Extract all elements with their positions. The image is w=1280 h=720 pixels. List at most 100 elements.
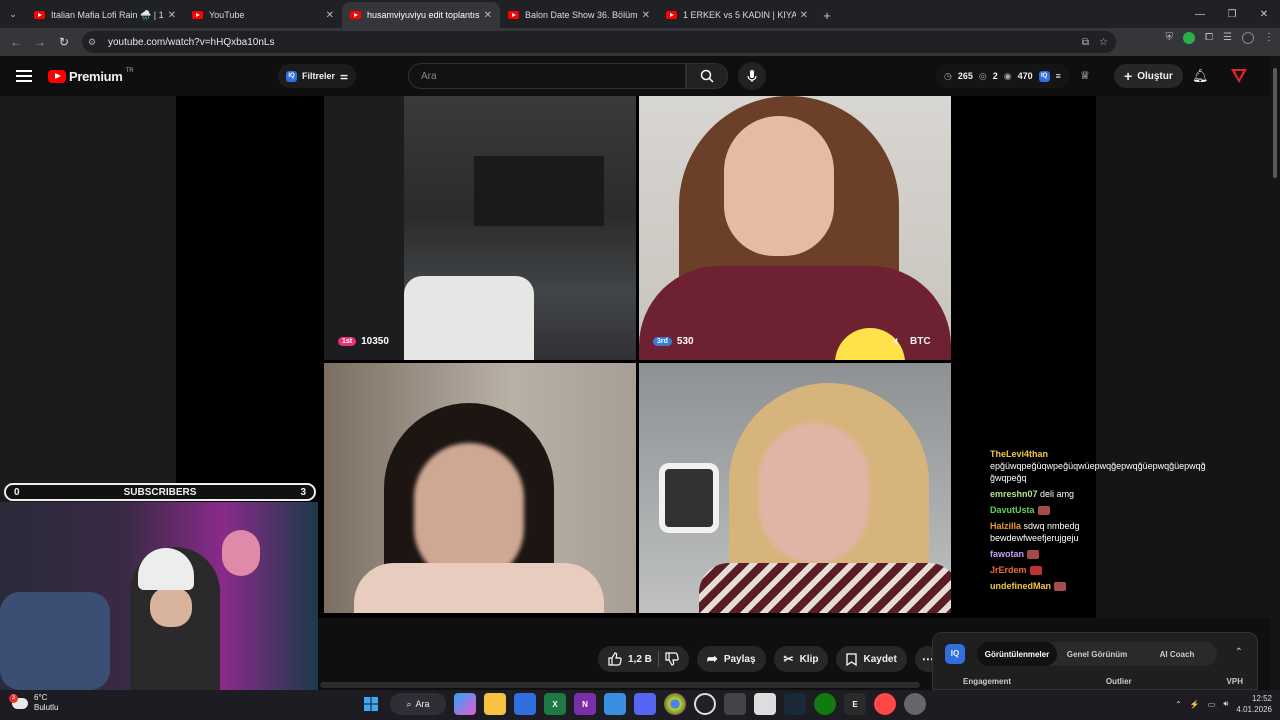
youtube-favicon-icon — [666, 11, 677, 19]
chrome-menu-icon[interactable]: ⋮ — [1264, 32, 1274, 44]
vidiq-logo-icon[interactable]: IQ — [945, 644, 965, 664]
site-info-icon[interactable]: ⚙ — [88, 37, 102, 48]
webcam-overlay — [0, 502, 318, 690]
epic-games-icon[interactable]: E — [844, 693, 866, 715]
obs-icon[interactable] — [694, 693, 716, 715]
tab-ai-coach[interactable]: AI Coach — [1137, 642, 1217, 666]
copilot-icon[interactable] — [454, 693, 476, 715]
ea-app-icon[interactable] — [874, 693, 896, 715]
close-tab-icon[interactable]: ✕ — [642, 10, 650, 21]
like-dislike-group: 1,2 B — [598, 646, 689, 672]
windows-start-icon[interactable] — [360, 693, 382, 715]
reload-icon[interactable]: ↻ — [52, 35, 76, 49]
btc-indicator: 🔈︎ BTC — [894, 336, 931, 347]
vpn-icon[interactable]: ⚡ — [1190, 700, 1200, 709]
tab-overview[interactable]: Genel Görünüm — [1057, 642, 1137, 666]
tab-views[interactable]: Görüntülenmeler — [977, 642, 1057, 666]
notepad-icon[interactable] — [604, 693, 626, 715]
excel-icon[interactable]: X — [544, 693, 566, 715]
browser-tab-1[interactable]: Italian Mafia Lofi Rain 🌧️ | 194…✕ — [26, 2, 184, 28]
speaker-icon: 🔈︎ — [894, 336, 900, 347]
xbox-icon[interactable] — [814, 693, 836, 715]
youtube-favicon-icon — [34, 11, 45, 19]
cloud-icon: 3 — [9, 693, 28, 709]
shield-extension-icon[interactable]: ⛨ — [1166, 32, 1174, 44]
windows-taskbar: 3 6°C Bulutlu ⌕ Ara X N E ⌃ ⚡ ▭ 🔊︎ 12:52 … — [0, 690, 1280, 720]
browser-tab-3-active[interactable]: husamviyuviyu edit toplantısı 3 ✕ — [342, 2, 500, 28]
search-button[interactable] — [686, 63, 728, 89]
close-window-icon[interactable]: ✕ — [1248, 0, 1280, 28]
close-tab-icon[interactable]: ✕ — [326, 10, 334, 21]
weather-widget[interactable]: 3 6°C Bulutlu — [9, 693, 58, 713]
close-tab-icon[interactable]: ✕ — [484, 10, 492, 21]
vidiq-panel: IQ Görüntülenmeler Genel Görünüm AI Coac… — [932, 632, 1258, 690]
browser-tab-2[interactable]: YouTube ✕ — [184, 2, 342, 28]
sliders-icon: ⚌ — [340, 70, 349, 81]
puzzle-extensions-icon[interactable]: ⧠ — [1205, 32, 1213, 44]
like-button[interactable]: 1,2 B — [608, 652, 652, 666]
clip-button[interactable]: ✂ Klip — [773, 646, 829, 672]
file-explorer-icon[interactable] — [484, 693, 506, 715]
horizontal-scrollbar[interactable] — [320, 682, 920, 688]
calculator-icon[interactable] — [724, 693, 746, 715]
profile-avatar-icon[interactable] — [1242, 32, 1254, 44]
page-scrollbar[interactable] — [1270, 56, 1280, 690]
scrollbar-thumb[interactable] — [1273, 68, 1277, 178]
reading-list-icon[interactable]: ☰ — [1223, 32, 1232, 44]
forward-icon[interactable]: → — [28, 35, 52, 49]
search-icon: ⌕ — [406, 698, 412, 709]
settings-icon[interactable] — [904, 693, 926, 715]
url-bar[interactable]: ⚙ youtube.com/watch?v=hHQxba10nLs ⧉ ☆ — [82, 31, 1116, 53]
tab-search-menu[interactable]: ⌄ — [0, 0, 26, 28]
discord-icon[interactable] — [634, 693, 656, 715]
chat-message: JrErdem — [990, 564, 1098, 576]
install-app-icon[interactable]: ⧉ — [1082, 37, 1089, 48]
account-avatar-icon[interactable] — [1230, 68, 1248, 84]
hamburger-menu-icon[interactable] — [16, 70, 32, 82]
steam-icon[interactable] — [784, 693, 806, 715]
green-extension-icon[interactable] — [1183, 32, 1196, 44]
bookmark-icon — [846, 652, 858, 666]
chrome-icon[interactable] — [664, 693, 686, 715]
back-icon[interactable]: ← — [4, 35, 28, 49]
photos-icon[interactable] — [754, 693, 776, 715]
search-input[interactable]: Ara — [408, 63, 686, 89]
minimize-icon[interactable]: — — [1184, 0, 1216, 28]
network-icon[interactable]: ▭ — [1208, 700, 1216, 709]
onenote-icon[interactable]: N — [574, 693, 596, 715]
channel-stats-widget[interactable]: ◷ 265 ◎ 2 ◉ 470 IQ ≡ — [936, 64, 1069, 88]
trophy-icon[interactable]: ♕ — [1080, 69, 1090, 82]
bookmark-star-icon[interactable]: ☆ — [1099, 37, 1108, 48]
clock[interactable]: 12:52 4.01.2026 — [1236, 693, 1272, 715]
extensions-area: ⛨ ⧠ ☰ ⋮ — [1166, 32, 1274, 44]
create-button[interactable]: + Oluştur — [1114, 64, 1183, 88]
voice-search-button[interactable] — [738, 62, 766, 90]
volume-icon[interactable]: 🔊︎ — [1223, 699, 1228, 709]
list-icon: ≡ — [1055, 71, 1061, 81]
notifications-bell-icon[interactable]: 🔔︎ — [1192, 68, 1209, 84]
chat-message: emreshn07 deli amg — [990, 489, 1075, 499]
chevron-up-icon[interactable]: ⌃ — [1235, 647, 1243, 658]
chat-message: undefinedMan — [990, 580, 1098, 592]
youtube-premium-logo[interactable]: Premium TR — [48, 68, 134, 84]
tray-chevron-icon[interactable]: ⌃ — [1175, 700, 1182, 709]
filters-button[interactable]: IQ Filtreler ⚌ — [278, 64, 357, 88]
scissors-icon: ✂ — [783, 652, 794, 666]
plus-icon: + — [1124, 68, 1133, 84]
share-button[interactable]: ➦ Paylaş — [696, 646, 766, 672]
close-tab-icon[interactable]: ✕ — [800, 10, 808, 21]
taskbar-search[interactable]: ⌕ Ara — [390, 693, 446, 715]
share-arrow-icon: ➦ — [706, 651, 718, 666]
restore-icon[interactable]: ❐ — [1216, 0, 1248, 28]
clock-icon: ◷ — [944, 70, 952, 81]
taskbar-apps: ⌕ Ara X N E — [360, 693, 926, 715]
emote-icon — [1027, 550, 1040, 560]
browser-tab-4[interactable]: Balon Date Show 36. Bölüm - Y✕ — [500, 2, 658, 28]
video-tile-bottom-left — [324, 363, 636, 613]
close-tab-icon[interactable]: ✕ — [168, 10, 176, 21]
new-tab-button[interactable]: + — [816, 2, 838, 28]
save-button[interactable]: Kaydet — [836, 646, 907, 672]
store-icon[interactable] — [514, 693, 536, 715]
browser-tab-5[interactable]: 1 ERKEK vs 5 KADIN | KIYAFETLI✕ — [658, 2, 816, 28]
thumbs-down-icon[interactable] — [665, 652, 679, 666]
